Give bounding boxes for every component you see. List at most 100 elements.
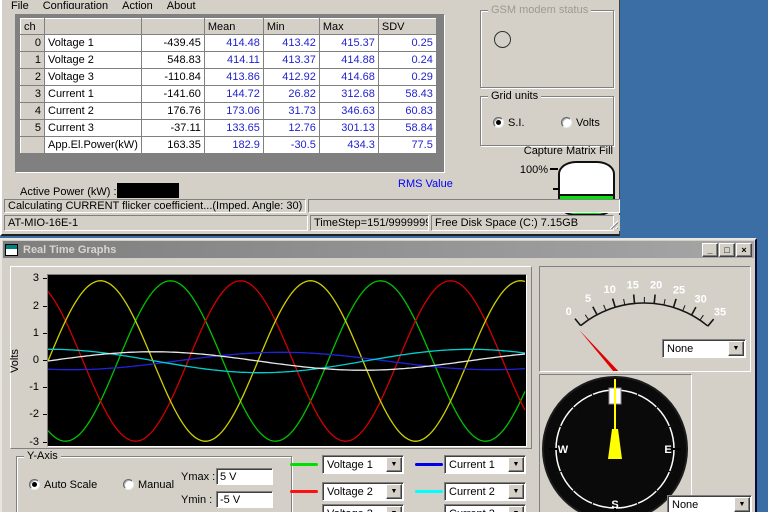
radio-auto-scale[interactable]: Auto Scale — [29, 479, 97, 491]
instant-value-cell: 163.35 — [141, 137, 204, 154]
real-time-graphs-window: Real Time Graphs _ □ × Volts 3210-1-2-3 … — [0, 238, 757, 512]
status-disk-space: Free Disk Space (C:) 7.15GB — [431, 215, 614, 231]
max-cell: 312.68 — [319, 86, 378, 103]
y-axis-group-label: Y-Axis — [24, 450, 61, 462]
ymax-label: Ymax : — [181, 471, 215, 483]
grid-units-label: Grid units — [488, 90, 541, 102]
channel-name-cell: Voltage 3 — [45, 69, 142, 86]
minimize-icon: _ — [707, 245, 712, 255]
min-cell: -30.5 — [263, 137, 319, 154]
ymin-input[interactable] — [216, 491, 273, 508]
status-timestep: TimeStep=151/99999999 — [310, 215, 429, 231]
compass-channel-select[interactable]: None ▼ — [667, 495, 752, 512]
gsm-modem-status-group: GSM modem status — [480, 10, 614, 88]
dropdown-arrow-icon[interactable]: ▼ — [508, 484, 524, 499]
dropdown-arrow-icon[interactable]: ▼ — [734, 497, 750, 512]
min-cell: 31.73 — [263, 103, 319, 120]
plot-area — [47, 274, 527, 447]
row-header: 1 — [21, 52, 45, 69]
maximize-button[interactable]: □ — [719, 243, 735, 257]
sdv-cell: 0.29 — [378, 69, 436, 86]
wave-voltage-2 — [48, 281, 525, 441]
row-header: 4 — [21, 103, 45, 120]
current1-select[interactable]: Current 1▼ — [444, 455, 526, 474]
channel-name-cell: Voltage 2 — [45, 52, 142, 69]
rms-value-label: RMS Value — [398, 178, 453, 190]
current3-select[interactable]: Current 3▼ — [444, 504, 526, 512]
meter-major-tick — [634, 294, 635, 303]
voltage3-select[interactable]: Voltage 3▼ — [322, 504, 404, 512]
gsm-group-label: GSM modem status — [488, 4, 591, 16]
column-header: ch — [21, 19, 45, 35]
sdv-cell: 60.83 — [378, 103, 436, 120]
dropdown-arrow-icon[interactable]: ▼ — [508, 457, 524, 472]
meter-needle — [579, 330, 627, 371]
meter-scale-label: 0 — [566, 306, 572, 318]
radio-manual[interactable]: Manual — [123, 479, 174, 491]
meter-scale-label: 5 — [585, 293, 591, 305]
compass-west-label: W — [558, 444, 569, 456]
ymax-input[interactable] — [216, 468, 273, 485]
dropdown-arrow-icon[interactable]: ▼ — [386, 457, 402, 472]
channel-name-cell: Current 2 — [45, 103, 142, 120]
status-bar-1: Calculating CURRENT flicker coefficient.… — [4, 199, 620, 213]
y-tick-label: -2 — [17, 408, 39, 420]
radio-si[interactable]: S.I. — [493, 117, 525, 129]
meter-scale-label: 15 — [627, 280, 639, 292]
column-header: Max — [319, 19, 378, 35]
row-header: 0 — [21, 35, 45, 52]
meter-minor-tick — [700, 315, 703, 320]
meter-minor-tick — [604, 305, 606, 311]
dropdown-arrow-icon[interactable]: ▼ — [386, 484, 402, 499]
dropdown-arrow-icon[interactable]: ▼ — [508, 506, 524, 512]
radio-manual-icon[interactable] — [123, 479, 134, 490]
instant-value-cell: -110.84 — [141, 69, 204, 86]
dropdown-arrow-icon[interactable]: ▼ — [386, 506, 402, 512]
instant-value-cell: 176.76 — [141, 103, 204, 120]
legend-line-current2 — [415, 490, 443, 493]
measurement-grid[interactable]: chMeanMinMaxSDV0Voltage 1-439.45414.4841… — [15, 14, 445, 173]
instant-value-cell: -37.11 — [141, 120, 204, 137]
title-bar[interactable]: Real Time Graphs _ □ × — [3, 241, 754, 258]
sdv-cell: 77.5 — [378, 137, 436, 154]
dropdown-arrow-icon[interactable]: ▼ — [728, 341, 744, 356]
radio-volts-icon[interactable] — [561, 117, 572, 128]
window-icon — [5, 244, 18, 256]
radio-si-icon[interactable] — [493, 117, 504, 128]
menu-configuration[interactable]: Configuration — [36, 0, 115, 9]
meter-major-tick — [613, 299, 616, 308]
radio-volts[interactable]: Volts — [561, 117, 600, 129]
close-icon: × — [741, 245, 746, 255]
table-row: 0Voltage 1-439.45414.48413.42415.370.25 — [21, 35, 437, 52]
radio-auto-scale-icon[interactable] — [29, 479, 40, 490]
maximize-icon: □ — [724, 245, 729, 255]
grid-units-group: Grid units S.I. Volts — [480, 96, 614, 146]
main-window: FileConfigurationActionAbout chMeanMinMa… — [0, 0, 620, 236]
meter-major-tick — [673, 299, 676, 308]
legend-line-voltage1 — [290, 463, 318, 466]
mean-cell: 414.48 — [204, 35, 263, 52]
minimize-button[interactable]: _ — [702, 243, 718, 257]
status-device: AT-MIO-16E-1 — [4, 215, 308, 231]
meter-channel-select[interactable]: None ▼ — [662, 339, 746, 358]
menu-action[interactable]: Action — [115, 0, 160, 9]
compass-east-label: E — [664, 444, 671, 456]
status-bar-2: AT-MIO-16E-1 TimeStep=151/99999999 Free … — [4, 215, 620, 231]
mean-cell: 414.11 — [204, 52, 263, 69]
current2-select[interactable]: Current 2▼ — [444, 482, 526, 501]
menu-file[interactable]: File — [4, 0, 36, 9]
sdv-cell: 0.24 — [378, 52, 436, 69]
max-cell: 414.88 — [319, 52, 378, 69]
voltage2-select[interactable]: Voltage 2▼ — [322, 482, 404, 501]
menu-about[interactable]: About — [160, 0, 203, 9]
mean-cell: 144.72 — [204, 86, 263, 103]
close-button[interactable]: × — [736, 243, 752, 257]
capture-matrix-fill-label: Capture Matrix Fill — [507, 145, 613, 157]
channel-name-cell: App.El.Power(kW) — [45, 137, 142, 154]
mean-cell: 173.06 — [204, 103, 263, 120]
voltage1-select[interactable]: Voltage 1▼ — [322, 455, 404, 474]
min-cell: 412.92 — [263, 69, 319, 86]
window-title: Real Time Graphs — [23, 244, 701, 256]
compass-south-label: S — [611, 499, 618, 511]
min-cell: 413.37 — [263, 52, 319, 69]
